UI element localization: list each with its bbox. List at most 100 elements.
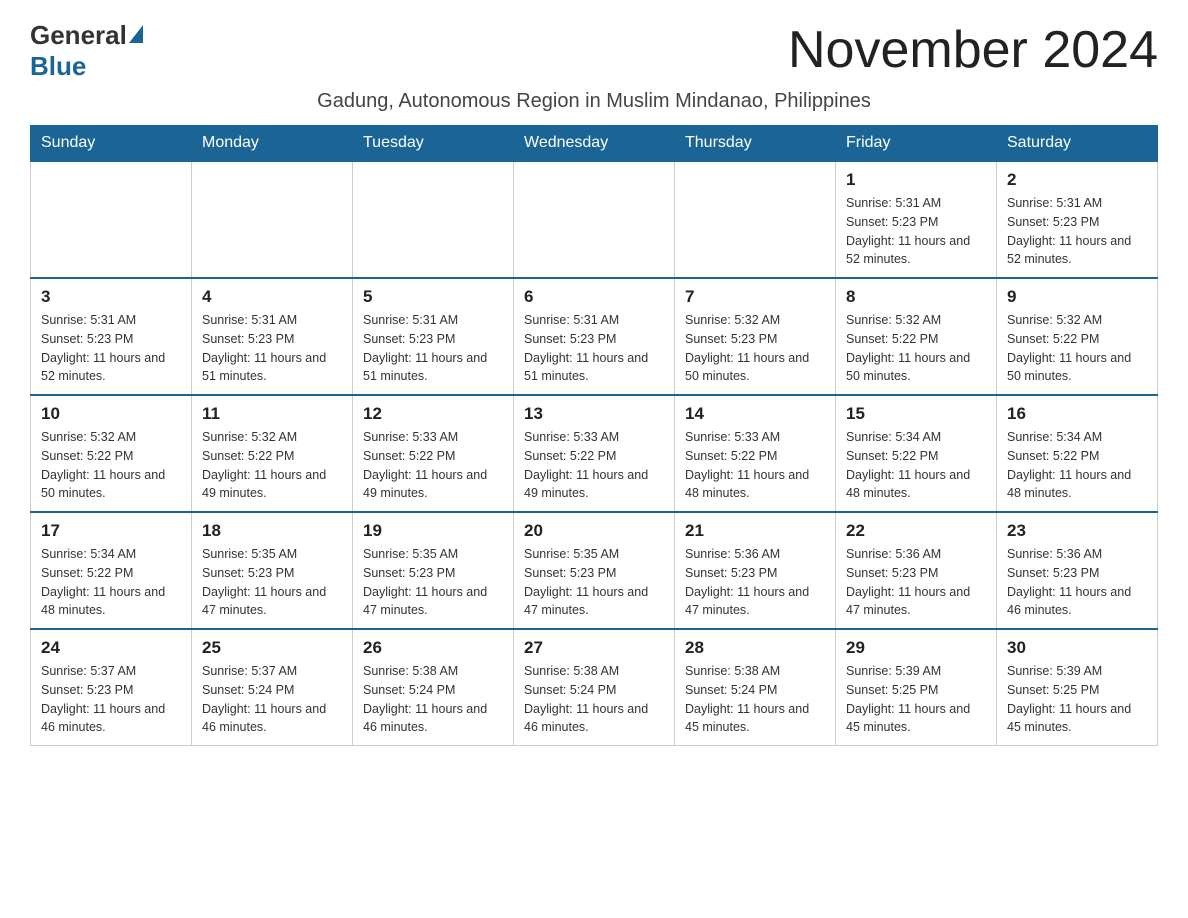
day-info: Sunrise: 5:35 AM Sunset: 5:23 PM Dayligh… (363, 545, 503, 620)
day-number: 16 (1007, 404, 1147, 424)
day-number: 7 (685, 287, 825, 307)
day-header-saturday: Saturday (997, 126, 1158, 162)
calendar-cell: 10 Sunrise: 5:32 AM Sunset: 5:22 PM Dayli… (31, 395, 192, 512)
day-info: Sunrise: 5:33 AM Sunset: 5:22 PM Dayligh… (685, 428, 825, 503)
day-info: Sunrise: 5:39 AM Sunset: 5:25 PM Dayligh… (846, 662, 986, 737)
day-number: 17 (41, 521, 181, 541)
day-info: Sunrise: 5:31 AM Sunset: 5:23 PM Dayligh… (524, 311, 664, 386)
day-info: Sunrise: 5:32 AM Sunset: 5:22 PM Dayligh… (41, 428, 181, 503)
calendar-table: SundayMondayTuesdayWednesdayThursdayFrid… (30, 125, 1158, 746)
day-number: 1 (846, 170, 986, 190)
day-number: 13 (524, 404, 664, 424)
day-info: Sunrise: 5:32 AM Sunset: 5:22 PM Dayligh… (202, 428, 342, 503)
day-info: Sunrise: 5:32 AM Sunset: 5:23 PM Dayligh… (685, 311, 825, 386)
week-row-1: 1 Sunrise: 5:31 AM Sunset: 5:23 PM Daylig… (31, 161, 1158, 278)
day-number: 22 (846, 521, 986, 541)
day-info: Sunrise: 5:32 AM Sunset: 5:22 PM Dayligh… (846, 311, 986, 386)
calendar-cell: 16 Sunrise: 5:34 AM Sunset: 5:22 PM Dayli… (997, 395, 1158, 512)
day-number: 12 (363, 404, 503, 424)
day-header-wednesday: Wednesday (514, 126, 675, 162)
month-title: November 2024 (788, 20, 1158, 80)
day-number: 5 (363, 287, 503, 307)
day-number: 10 (41, 404, 181, 424)
day-info: Sunrise: 5:34 AM Sunset: 5:22 PM Dayligh… (1007, 428, 1147, 503)
day-number: 8 (846, 287, 986, 307)
day-number: 2 (1007, 170, 1147, 190)
day-number: 14 (685, 404, 825, 424)
day-info: Sunrise: 5:35 AM Sunset: 5:23 PM Dayligh… (524, 545, 664, 620)
day-info: Sunrise: 5:39 AM Sunset: 5:25 PM Dayligh… (1007, 662, 1147, 737)
day-number: 19 (363, 521, 503, 541)
logo-blue-text: Blue (30, 51, 86, 81)
calendar-cell: 12Sunrise: 5:33 AM Sunset: 5:22 PM Dayli… (353, 395, 514, 512)
calendar-cell: 30Sunrise: 5:39 AM Sunset: 5:25 PM Dayli… (997, 629, 1158, 746)
day-number: 24 (41, 638, 181, 658)
calendar-cell (192, 161, 353, 278)
calendar-cell: 17Sunrise: 5:34 AM Sunset: 5:22 PM Dayli… (31, 512, 192, 629)
day-info: Sunrise: 5:33 AM Sunset: 5:22 PM Dayligh… (524, 428, 664, 503)
day-number: 20 (524, 521, 664, 541)
day-info: Sunrise: 5:37 AM Sunset: 5:23 PM Dayligh… (41, 662, 181, 737)
calendar-cell: 1 Sunrise: 5:31 AM Sunset: 5:23 PM Daylig… (836, 161, 997, 278)
day-info: Sunrise: 5:32 AM Sunset: 5:22 PM Dayligh… (1007, 311, 1147, 386)
day-info: Sunrise: 5:31 AM Sunset: 5:23 PM Dayligh… (1007, 194, 1147, 269)
day-info: Sunrise: 5:36 AM Sunset: 5:23 PM Dayligh… (685, 545, 825, 620)
calendar-cell (675, 161, 836, 278)
header-row: SundayMondayTuesdayWednesdayThursdayFrid… (31, 126, 1158, 162)
day-info: Sunrise: 5:38 AM Sunset: 5:24 PM Dayligh… (685, 662, 825, 737)
week-row-5: 24 Sunrise: 5:37 AM Sunset: 5:23 PM Dayli… (31, 629, 1158, 746)
day-number: 29 (846, 638, 986, 658)
day-number: 15 (846, 404, 986, 424)
day-info: Sunrise: 5:36 AM Sunset: 5:23 PM Dayligh… (1007, 545, 1147, 620)
calendar-cell: 4Sunrise: 5:31 AM Sunset: 5:23 PM Daylig… (192, 278, 353, 395)
logo: General Blue (30, 20, 145, 82)
calendar-cell: 28 Sunrise: 5:38 AM Sunset: 5:24 PM Dayli… (675, 629, 836, 746)
week-row-4: 17Sunrise: 5:34 AM Sunset: 5:22 PM Dayli… (31, 512, 1158, 629)
calendar-cell: 15 Sunrise: 5:34 AM Sunset: 5:22 PM Dayli… (836, 395, 997, 512)
day-info: Sunrise: 5:34 AM Sunset: 5:22 PM Dayligh… (846, 428, 986, 503)
day-header-sunday: Sunday (31, 126, 192, 162)
calendar-cell: 21Sunrise: 5:36 AM Sunset: 5:23 PM Dayli… (675, 512, 836, 629)
day-number: 23 (1007, 521, 1147, 541)
day-number: 11 (202, 404, 342, 424)
calendar-cell (514, 161, 675, 278)
calendar-cell: 22 Sunrise: 5:36 AM Sunset: 5:23 PM Dayli… (836, 512, 997, 629)
calendar-cell: 29 Sunrise: 5:39 AM Sunset: 5:25 PM Dayli… (836, 629, 997, 746)
week-row-2: 3 Sunrise: 5:31 AM Sunset: 5:23 PM Daylig… (31, 278, 1158, 395)
calendar-cell: 11 Sunrise: 5:32 AM Sunset: 5:22 PM Dayli… (192, 395, 353, 512)
header: General Blue November 2024 (30, 20, 1158, 82)
logo-general-text: General (30, 20, 127, 51)
day-info: Sunrise: 5:31 AM Sunset: 5:23 PM Dayligh… (363, 311, 503, 386)
calendar-cell: 9 Sunrise: 5:32 AM Sunset: 5:22 PM Daylig… (997, 278, 1158, 395)
calendar-cell: 3 Sunrise: 5:31 AM Sunset: 5:23 PM Daylig… (31, 278, 192, 395)
calendar-cell: 27Sunrise: 5:38 AM Sunset: 5:24 PM Dayli… (514, 629, 675, 746)
calendar-cell (353, 161, 514, 278)
calendar-cell: 25 Sunrise: 5:37 AM Sunset: 5:24 PM Dayli… (192, 629, 353, 746)
calendar-cell: 18 Sunrise: 5:35 AM Sunset: 5:23 PM Dayli… (192, 512, 353, 629)
day-number: 3 (41, 287, 181, 307)
day-number: 28 (685, 638, 825, 658)
calendar-cell: 5 Sunrise: 5:31 AM Sunset: 5:23 PM Daylig… (353, 278, 514, 395)
day-info: Sunrise: 5:31 AM Sunset: 5:23 PM Dayligh… (41, 311, 181, 386)
day-number: 18 (202, 521, 342, 541)
day-info: Sunrise: 5:35 AM Sunset: 5:23 PM Dayligh… (202, 545, 342, 620)
day-header-thursday: Thursday (675, 126, 836, 162)
day-number: 25 (202, 638, 342, 658)
calendar-cell (31, 161, 192, 278)
calendar-cell: 26Sunrise: 5:38 AM Sunset: 5:24 PM Dayli… (353, 629, 514, 746)
day-info: Sunrise: 5:37 AM Sunset: 5:24 PM Dayligh… (202, 662, 342, 737)
calendar-cell: 14 Sunrise: 5:33 AM Sunset: 5:22 PM Dayli… (675, 395, 836, 512)
calendar-cell: 19 Sunrise: 5:35 AM Sunset: 5:23 PM Dayli… (353, 512, 514, 629)
subtitle: Gadung, Autonomous Region in Muslim Mind… (30, 90, 1158, 113)
calendar-cell: 13 Sunrise: 5:33 AM Sunset: 5:22 PM Dayli… (514, 395, 675, 512)
day-number: 9 (1007, 287, 1147, 307)
calendar-cell: 2 Sunrise: 5:31 AM Sunset: 5:23 PM Daylig… (997, 161, 1158, 278)
day-info: Sunrise: 5:36 AM Sunset: 5:23 PM Dayligh… (846, 545, 986, 620)
day-header-tuesday: Tuesday (353, 126, 514, 162)
day-number: 27 (524, 638, 664, 658)
day-info: Sunrise: 5:31 AM Sunset: 5:23 PM Dayligh… (846, 194, 986, 269)
calendar-cell: 23 Sunrise: 5:36 AM Sunset: 5:23 PM Dayli… (997, 512, 1158, 629)
calendar-cell: 6Sunrise: 5:31 AM Sunset: 5:23 PM Daylig… (514, 278, 675, 395)
day-info: Sunrise: 5:31 AM Sunset: 5:23 PM Dayligh… (202, 311, 342, 386)
calendar-cell: 20 Sunrise: 5:35 AM Sunset: 5:23 PM Dayli… (514, 512, 675, 629)
